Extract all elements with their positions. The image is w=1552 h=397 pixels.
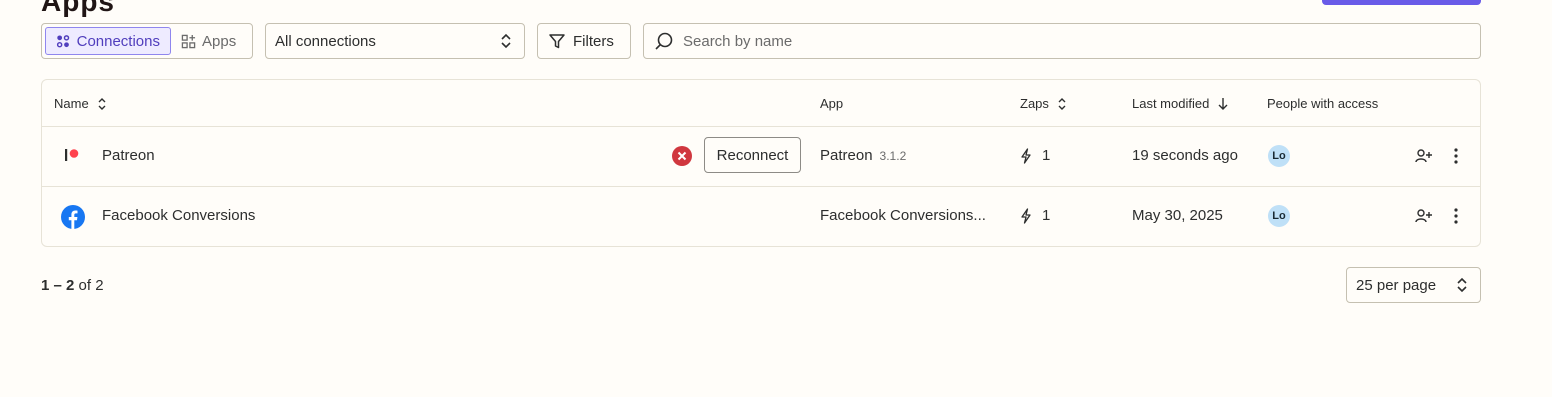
column-header-last-modified-label: Last modified <box>1132 96 1210 111</box>
table-row[interactable]: Patreon Reconnect Patreon 3.1.2 1 19 sec… <box>42 127 1480 187</box>
tab-connections-label: Connections <box>76 32 160 50</box>
filter-icon <box>549 34 565 49</box>
tab-connections[interactable]: Connections <box>45 27 171 55</box>
zaps-cell: 1 <box>1020 147 1050 164</box>
connections-table: Name App Zaps Last modified People with … <box>41 79 1481 247</box>
tab-apps[interactable]: Apps <box>171 27 246 55</box>
per-page-select[interactable]: 25 per page <box>1346 267 1481 303</box>
people-cell: Lo <box>1268 205 1290 227</box>
column-header-last-modified[interactable]: Last modified <box>1132 96 1229 111</box>
column-header-people: People with access <box>1267 96 1378 111</box>
primary-action-button[interactable] <box>1322 0 1481 5</box>
filters-button[interactable]: Filters <box>537 23 631 59</box>
more-options-icon[interactable] <box>1446 206 1466 226</box>
app-version: 3.1.2 <box>879 148 907 163</box>
search-box <box>643 23 1481 59</box>
patreon-logo-icon <box>64 148 80 162</box>
filters-label: Filters <box>573 32 614 50</box>
sort-icon <box>1058 97 1066 110</box>
per-page-value: 25 per page <box>1356 276 1437 294</box>
app-name: Facebook Conversions... <box>820 207 986 224</box>
pagination-total: of 2 <box>78 277 104 294</box>
last-modified: 19 seconds ago <box>1132 147 1238 164</box>
avatar: Lo <box>1268 145 1290 167</box>
column-header-app: App <box>820 96 843 111</box>
zaps-count: 1 <box>1042 147 1051 164</box>
error-icon <box>672 146 692 166</box>
tab-apps-label: Apps <box>202 32 237 50</box>
lightning-icon <box>1021 207 1031 224</box>
zaps-cell: 1 <box>1020 207 1050 224</box>
arrow-down-icon <box>1218 97 1228 110</box>
column-header-name-label: Name <box>54 96 89 111</box>
add-person-icon[interactable] <box>1414 206 1434 226</box>
pagination-range: 1 – 2 of 2 <box>41 277 104 294</box>
pagination-range-values: 1 – 2 <box>41 277 75 294</box>
zaps-count: 1 <box>1042 207 1051 224</box>
app-cell: Patreon 3.1.2 <box>820 147 906 164</box>
avatar: Lo <box>1268 205 1290 227</box>
people-cell: Lo <box>1268 145 1290 167</box>
connection-filter-select[interactable]: All connections <box>265 23 525 59</box>
connection-filter-value: All connections <box>275 32 376 50</box>
column-header-app-label: App <box>820 96 844 111</box>
page-title: Apps <box>41 0 115 17</box>
sort-icon <box>98 97 106 110</box>
chevron-up-down-icon <box>1457 277 1467 293</box>
column-header-zaps[interactable]: Zaps <box>1020 96 1067 111</box>
reconnect-button[interactable]: Reconnect <box>704 137 801 173</box>
last-modified: May 30, 2025 <box>1132 207 1223 224</box>
more-options-icon[interactable] <box>1446 146 1466 166</box>
column-header-people-label: People with access <box>1267 96 1379 111</box>
facebook-logo-icon <box>61 205 85 229</box>
search-input[interactable] <box>683 32 1470 50</box>
connections-icon <box>56 34 70 47</box>
table-row[interactable]: Facebook Conversions Facebook Conversion… <box>42 187 1480 247</box>
search-icon <box>655 32 673 50</box>
column-header-zaps-label: Zaps <box>1020 96 1049 111</box>
view-toggle: Connections Apps <box>41 23 253 59</box>
add-person-icon[interactable] <box>1414 146 1434 166</box>
app-name: Patreon <box>820 147 873 164</box>
column-header-name[interactable]: Name <box>54 96 107 111</box>
connection-name[interactable]: Patreon <box>102 147 155 164</box>
chevron-up-down-icon <box>501 33 511 49</box>
lightning-icon <box>1021 147 1031 164</box>
table-header: Name App Zaps Last modified People with … <box>42 80 1480 127</box>
connection-name[interactable]: Facebook Conversions <box>102 207 255 224</box>
apps-grid-icon <box>181 34 196 48</box>
